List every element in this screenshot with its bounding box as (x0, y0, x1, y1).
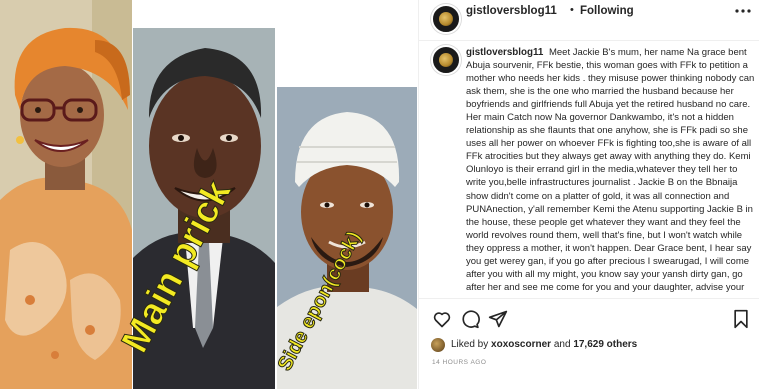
more-options-icon[interactable] (734, 2, 752, 25)
likes-and: and (553, 339, 571, 350)
caption-body: gistloversblog11 Meet Jackie B's mum, he… (466, 46, 756, 295)
post-image[interactable]: Main prick Side epon(cock) (0, 0, 417, 389)
woman-illustration (0, 0, 132, 389)
post-panel: gistloversblog11 • Following gistloversb… (418, 0, 759, 389)
likes-summary: Liked by xoxoscorner and 17,629 others (451, 339, 637, 350)
liker-username[interactable]: xoxoscorner (491, 339, 551, 350)
comment-icon[interactable] (460, 309, 480, 334)
photo-woman (0, 0, 132, 389)
bookmark-icon[interactable] (732, 309, 750, 334)
post-caption: gistloversblog11 Meet Jackie B's mum, he… (419, 41, 759, 295)
author-avatar[interactable] (431, 4, 461, 34)
follow-status-button[interactable]: Following (580, 5, 634, 17)
post-header: gistloversblog11 • Following (419, 0, 759, 41)
caption-author-username[interactable]: gistloversblog11 (466, 47, 543, 58)
post-actions: Liked by xoxoscorner and 17,629 others 1… (419, 298, 759, 387)
heart-icon[interactable] (432, 309, 452, 334)
caption-text: Meet Jackie B's mum, her name Na grace b… (466, 47, 755, 295)
likes-count-link[interactable]: 17,629 others (573, 339, 637, 350)
caption-author-avatar[interactable] (431, 45, 461, 75)
header-separator: • (570, 4, 574, 16)
likes-prefix: Liked by (451, 339, 489, 350)
liker-avatar[interactable] (431, 338, 445, 352)
author-username[interactable]: gistloversblog11 (466, 5, 557, 17)
post-timestamp[interactable]: 14 HOURS AGO (432, 359, 486, 366)
share-icon[interactable] (488, 309, 508, 334)
